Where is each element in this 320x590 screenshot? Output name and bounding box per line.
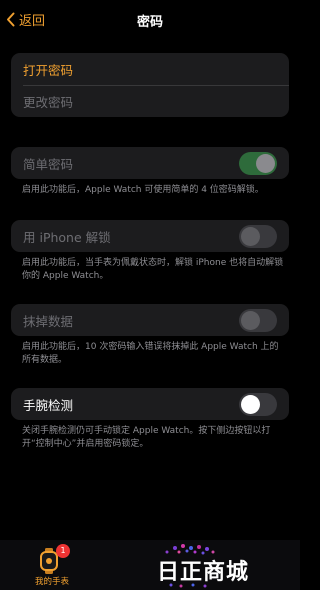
tab-my-watch[interactable]: 1 我的手表	[22, 544, 82, 588]
simple-passcode-note: 启用此功能后，Apple Watch 可使用简单的 4 位密码解锁。	[22, 185, 264, 195]
change-passcode-row: 更改密码	[11, 85, 289, 117]
wrist-detection-toggle[interactable]	[239, 392, 277, 416]
simple-passcode-toggle[interactable]	[239, 151, 277, 175]
wrist-detection-row[interactable]: 手腕检测	[11, 388, 289, 420]
wrist-detection-label: 手腕检测	[23, 397, 74, 413]
change-passcode-label: 更改密码	[23, 94, 74, 110]
wrist-detection-group: 手腕检测	[11, 388, 289, 420]
erase-data-label: 抹掉数据	[23, 313, 74, 329]
watermark-logo: 日正商城	[97, 540, 269, 590]
toggle-knob	[241, 226, 260, 246]
unlock-with-iphone-label: 用 iPhone 解锁	[23, 229, 111, 245]
erase-data-note: 启用此功能后，10 次密码输入错误将抹掉此 Apple Watch 上的所有数据…	[22, 342, 279, 365]
erase-data-row: 抹掉数据	[11, 304, 289, 336]
passcode-group: 打开密码 更改密码	[11, 53, 289, 117]
simple-passcode-row: 简单密码	[11, 147, 289, 179]
simple-passcode-label: 简单密码	[23, 156, 74, 172]
open-passcode-row[interactable]: 打开密码	[11, 53, 289, 85]
wrist-detection-note: 关闭手腕检测仍可手动锁定 Apple Watch。按下侧边按钮以打开“控制中心”…	[22, 426, 271, 449]
toggle-knob	[256, 153, 275, 173]
erase-data-toggle[interactable]	[239, 308, 277, 332]
tab-my-watch-label: 我的手表	[34, 577, 69, 587]
unlock-with-iphone-row: 用 iPhone 解锁	[11, 220, 289, 252]
toggle-knob	[241, 394, 260, 414]
unlock-with-iphone-group: 用 iPhone 解锁	[11, 220, 289, 252]
unlock-with-iphone-toggle[interactable]	[239, 224, 277, 248]
simple-passcode-group: 简单密码	[11, 147, 289, 179]
toggle-knob	[241, 310, 260, 330]
unlock-with-iphone-note: 启用此功能后，当手表为佩戴状态时，解锁 iPhone 也将自动解锁你的 Appl…	[22, 258, 284, 281]
notification-badge: 1	[56, 544, 70, 558]
watermark-text: 日正商城	[157, 560, 250, 585]
page-title: 密码	[136, 15, 163, 30]
erase-data-group: 抹掉数据	[11, 304, 289, 336]
open-passcode-label: 打开密码	[23, 62, 74, 78]
navigation-bar: 返回 密码	[0, 0, 300, 38]
